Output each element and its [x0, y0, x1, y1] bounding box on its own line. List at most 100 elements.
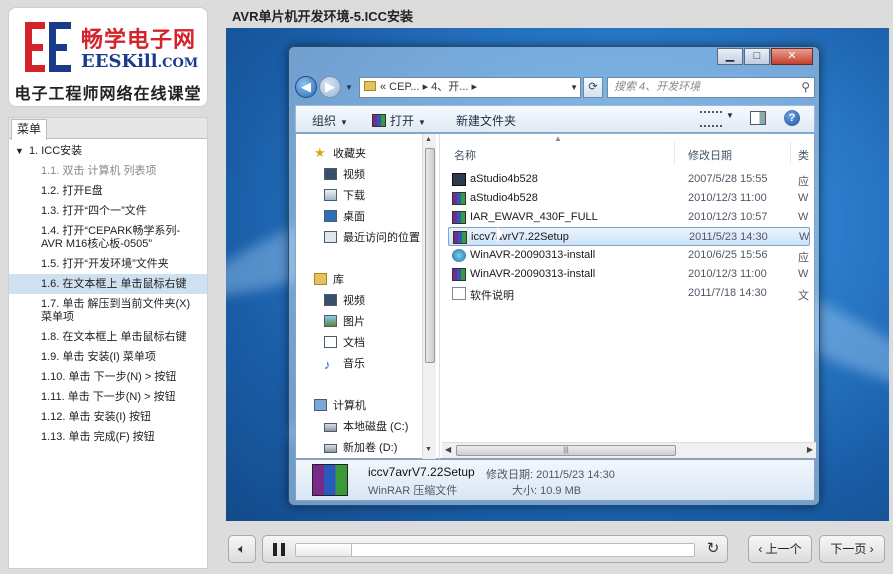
search-icon[interactable]: ⚲ [801, 78, 810, 97]
explorer-window: ▁ □ ✕ ◀ ▶ ▼ « CEP... ▸ 4、开... ▸ ▼ ⟳ 搜索 4… [288, 46, 820, 506]
column-divider[interactable] [674, 142, 675, 164]
preview-pane-icon[interactable] [750, 111, 766, 125]
menu-item[interactable]: 1.9. 单击 安装(I) 菜单项 [9, 347, 207, 367]
menu-item[interactable]: 1.2. 打开E盘 [9, 181, 207, 201]
scroll-left-icon[interactable]: ◀ [445, 445, 451, 454]
new-folder-button[interactable]: 新建文件夹 [456, 112, 516, 129]
nav-lib-pictures[interactable]: 图片 [324, 313, 365, 329]
caret-down-icon: ▼ [15, 146, 24, 156]
chevron-down-icon[interactable]: ▼ [570, 78, 578, 97]
close-button[interactable]: ✕ [771, 48, 813, 65]
nav-scrollbar[interactable]: ▲ ▼ [422, 134, 436, 459]
column-header-name[interactable]: 名称 [454, 147, 476, 163]
download-folder-icon [324, 189, 337, 201]
address-bar[interactable]: « CEP... ▸ 4、开... ▸ ▼ [359, 77, 581, 98]
file-row[interactable]: 软件说明 2011/7/18 14:30 文 [448, 284, 810, 303]
view-dropdown-icon[interactable]: ▼ [726, 111, 734, 120]
open-button[interactable]: 打开 ▼ [372, 112, 426, 129]
file-list: ▲ 名称 修改日期 类 aStudio4b528 2007/5/28 15:55 应… [442, 134, 816, 459]
details-file-type: WinRAR 压缩文件 [368, 485, 458, 497]
folder-icon [364, 81, 376, 91]
winrar-icon [452, 268, 466, 281]
details-size: 大小: 10.9 MB [512, 485, 582, 497]
menu-item[interactable]: 1.4. 打开“CEPARK畅学系列-AVR M16核心板-0505” [9, 221, 207, 254]
refresh-button[interactable]: ⟳ [583, 77, 603, 98]
menu-item[interactable]: 1.3. 打开“四个一”文件 [9, 201, 207, 221]
organize-button[interactable]: 组织 ▼ [312, 112, 348, 129]
nav-fav-videos[interactable]: 视频 [324, 166, 365, 182]
nav-fav-downloads[interactable]: 下载 [324, 187, 365, 203]
volume-button[interactable]: 🔈︎ [228, 535, 256, 563]
search-input[interactable]: 搜索 4、开发环境 ⚲ [607, 77, 815, 98]
previous-button[interactable]: ‹ 上一个 [748, 535, 812, 563]
brand-mark-icon [25, 22, 71, 72]
scroll-up-icon[interactable]: ▲ [425, 136, 432, 143]
nav-lib-documents[interactable]: 文档 [324, 334, 365, 350]
file-name: aStudio4b528 [470, 192, 538, 204]
view-options-icon[interactable] [700, 111, 722, 127]
menu-item[interactable]: 1.8. 在文本框上 单击鼠标右键 [9, 327, 207, 347]
menu-item[interactable]: 1.11. 单击 下一步(N) > 按钮 [9, 387, 207, 407]
menu-item[interactable]: 1.12. 单击 安装(I) 按钮 [9, 407, 207, 427]
file-row[interactable]: WinAVR-20090313-install 2010/6/25 15:56 应 [448, 246, 810, 265]
pause-icon[interactable] [273, 543, 285, 556]
library-icon [314, 273, 327, 285]
column-header-type[interactable]: 类 [798, 147, 809, 163]
lesson-title: AVR单片机开发环境-5.ICC安装 [232, 9, 414, 24]
help-icon[interactable]: ? [784, 110, 800, 126]
nav-lib-music[interactable]: ♪ 音乐 [324, 355, 365, 371]
video-frame: ▁ □ ✕ ◀ ▶ ▼ « CEP... ▸ 4、开... ▸ ▼ ⟳ 搜索 4… [226, 28, 889, 521]
maximize-button[interactable]: □ [744, 48, 770, 65]
menu-tab-bar: 菜单 [9, 118, 207, 140]
nav-favorites[interactable]: ★ 收藏夹 [314, 145, 366, 161]
scroll-down-icon[interactable]: ▼ [425, 446, 432, 453]
progress-track[interactable] [295, 543, 695, 557]
menu-item[interactable]: 1.13. 单击 完成(F) 按钮 [9, 427, 207, 447]
file-row[interactable]: aStudio4b528 2010/12/3 11:00 W [448, 189, 810, 208]
winrar-icon [452, 192, 466, 205]
file-type: 文 [798, 290, 809, 302]
nav-lib-videos[interactable]: 视频 [324, 292, 365, 308]
menu-item[interactable]: 1.6. 在文本框上 单击鼠标右键 [9, 274, 207, 294]
file-date: 2010/6/25 15:56 [688, 249, 768, 261]
next-button[interactable]: 下一页 › [819, 535, 885, 563]
file-row[interactable]: WinAVR-20090313-install 2010/12/3 11:00 W [448, 265, 810, 284]
file-date: 2011/5/23 14:30 [689, 231, 768, 243]
file-type: W [798, 268, 809, 280]
horizontal-scrollbar[interactable]: ◀ ||| ▶ [442, 442, 816, 458]
file-row[interactable]: aStudio4b528 2007/5/28 15:55 应 [448, 170, 810, 189]
minimize-button[interactable]: ▁ [717, 48, 743, 65]
desktop-icon [324, 210, 337, 222]
details-pane: iccv7avrV7.22Setup WinRAR 压缩文件 修改日期: 201… [295, 459, 815, 501]
mouse-cursor-icon [497, 227, 503, 243]
back-button[interactable]: ◀ [295, 76, 317, 98]
nav-drive-c[interactable]: 本地磁盘 (C:) [324, 418, 408, 434]
nav-drive-d[interactable]: 新加卷 (D:) [324, 439, 397, 455]
nav-libraries[interactable]: 库 [314, 271, 344, 287]
sort-arrow-icon: ▲ [554, 134, 562, 143]
scroll-thumb[interactable]: ||| [456, 445, 676, 456]
hard-drive-icon [324, 423, 337, 432]
menu-item[interactable]: 1.7. 单击 解压到当前文件夹(X) 菜单项 [9, 294, 207, 327]
menu-item[interactable]: 1.5. 打开“开发环境”文件夹 [9, 254, 207, 274]
forward-button[interactable]: ▶ [319, 76, 341, 98]
nav-fav-recent[interactable]: 最近访问的位置 [324, 229, 420, 245]
menu-item[interactable]: 1.1. 双击 计算机 列表项 [9, 161, 207, 181]
explorer-content: ★ 收藏夹 视频 下载 桌面 最近访问的位置 库 视频 图片 文档 ♪ 音乐 计算机… [295, 134, 816, 459]
column-divider[interactable] [790, 142, 791, 164]
app-icon [452, 173, 466, 186]
scroll-thumb[interactable] [425, 148, 435, 363]
file-type: 应 [798, 252, 809, 264]
file-row[interactable]: IAR_EWAVR_430F_FULL 2010/12/3 10:57 W [448, 208, 810, 227]
history-dropdown-icon[interactable]: ▼ [345, 83, 353, 92]
nav-computer[interactable]: 计算机 [314, 397, 366, 413]
replay-icon[interactable]: ↻ [703, 539, 723, 559]
file-date: 2007/5/28 15:55 [688, 173, 768, 185]
video-library-icon [324, 294, 337, 306]
menu-item[interactable]: 1.10. 单击 下一步(N) > 按钮 [9, 367, 207, 387]
column-header-date[interactable]: 修改日期 [688, 147, 732, 163]
tab-menu[interactable]: 菜单 [11, 119, 48, 140]
scroll-right-icon[interactable]: ▶ [807, 445, 813, 454]
nav-fav-desktop[interactable]: 桌面 [324, 208, 365, 224]
menu-section[interactable]: ▼ 1. ICC安装 [9, 141, 207, 161]
